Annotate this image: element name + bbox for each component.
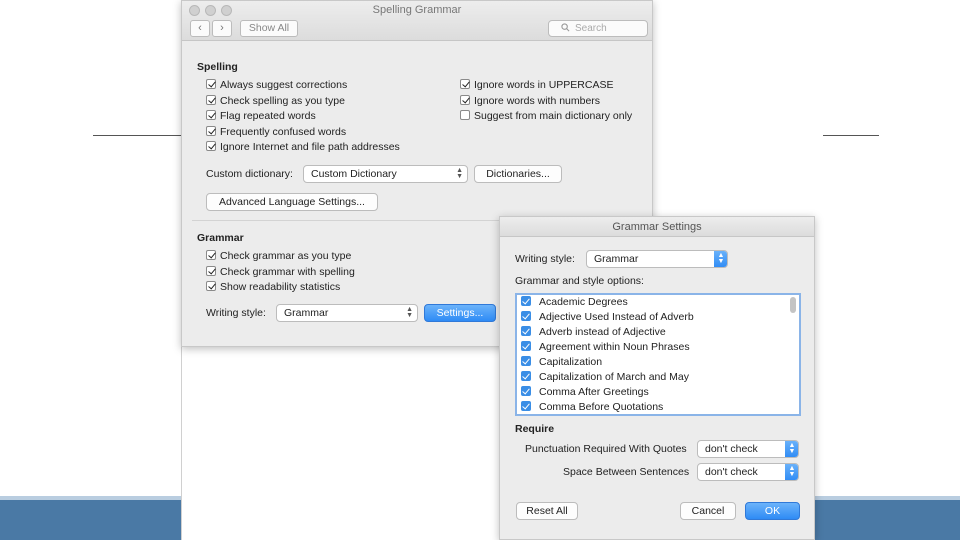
- option-check-spelling[interactable]: Check spelling as you type: [206, 94, 345, 108]
- option-readability-stats[interactable]: Show readability statistics: [206, 280, 340, 294]
- window-titlebar: Spelling Grammar ‹ › Show All Search: [182, 1, 652, 41]
- updown-icon: ▲ ▼: [785, 441, 798, 457]
- grammar-settings-button[interactable]: Settings...: [424, 304, 496, 322]
- checkbox[interactable]: [521, 386, 531, 396]
- list-item[interactable]: Academic Degrees: [521, 295, 628, 310]
- show-all-button[interactable]: Show All: [240, 20, 298, 37]
- list-item[interactable]: Capitalization: [521, 355, 602, 370]
- option-main-dictionary-only[interactable]: Suggest from main dictionary only: [460, 109, 632, 123]
- checkbox[interactable]: [460, 110, 470, 120]
- chevron-right-icon: ›: [220, 22, 224, 34]
- search-placeholder: Search: [575, 23, 607, 34]
- slide-rule-right: [823, 135, 879, 136]
- checkbox[interactable]: [521, 371, 531, 381]
- checkbox[interactable]: [206, 110, 216, 120]
- updown-icon: ▲ ▼: [714, 251, 727, 267]
- list-item[interactable]: Comma After Greetings: [521, 385, 649, 400]
- punctuation-quotes-label: Punctuation Required With Quotes: [525, 443, 687, 455]
- checkbox[interactable]: [521, 296, 531, 306]
- search-input[interactable]: Search: [548, 20, 648, 37]
- grammar-settings-window: Grammar Settings Writing style: Grammar …: [499, 216, 815, 540]
- chevron-left-icon: ‹: [198, 22, 202, 34]
- checkbox[interactable]: [206, 95, 216, 105]
- forward-button[interactable]: ›: [212, 20, 232, 37]
- space-between-sentences-select[interactable]: don't check ▲ ▼: [697, 463, 799, 481]
- grammar-settings-title: Grammar Settings: [500, 217, 814, 237]
- slide-panel: [181, 340, 501, 540]
- option-flag-repeated[interactable]: Flag repeated words: [206, 109, 316, 123]
- writing-style-label: Writing style:: [206, 307, 266, 319]
- spelling-heading: Spelling: [197, 61, 238, 73]
- list-item[interactable]: Capitalization of March and May: [521, 370, 689, 385]
- list-item[interactable]: Adverb instead of Adjective: [521, 325, 666, 340]
- gs-writing-style-label: Writing style:: [515, 253, 575, 265]
- updown-icon: ▲ ▼: [785, 464, 798, 480]
- checkbox[interactable]: [460, 79, 470, 89]
- grammar-options-list[interactable]: Academic Degrees Adjective Used Instead …: [515, 293, 801, 416]
- ok-button[interactable]: OK: [745, 502, 800, 520]
- list-item[interactable]: Comma Before Quotations: [521, 400, 663, 414]
- checkbox[interactable]: [521, 341, 531, 351]
- updown-icon: ▲ ▼: [406, 306, 413, 319]
- slide-rule-left: [93, 135, 181, 136]
- updown-icon: ▲ ▼: [456, 167, 463, 180]
- option-ignore-numbers[interactable]: Ignore words with numbers: [460, 94, 600, 108]
- advanced-language-settings-button[interactable]: Advanced Language Settings...: [206, 193, 378, 211]
- custom-dictionary-label: Custom dictionary:: [206, 168, 293, 180]
- reset-all-button[interactable]: Reset All: [516, 502, 578, 520]
- punctuation-quotes-select[interactable]: don't check ▲ ▼: [697, 440, 799, 458]
- checkbox[interactable]: [206, 79, 216, 89]
- checkbox[interactable]: [521, 311, 531, 321]
- dictionaries-button[interactable]: Dictionaries...: [474, 165, 562, 183]
- window-title: Spelling Grammar: [372, 4, 462, 16]
- require-heading: Require: [515, 423, 555, 435]
- back-button[interactable]: ‹: [190, 20, 210, 37]
- checkbox[interactable]: [206, 281, 216, 291]
- option-ignore-uppercase[interactable]: Ignore words in UPPERCASE: [460, 78, 613, 92]
- checkbox[interactable]: [521, 401, 531, 411]
- list-item[interactable]: Agreement within Noun Phrases: [521, 340, 690, 355]
- search-icon: [561, 23, 570, 32]
- option-ignore-internet[interactable]: Ignore Internet and file path addresses: [206, 140, 400, 154]
- checkbox[interactable]: [460, 95, 470, 105]
- checkbox[interactable]: [521, 356, 531, 366]
- custom-dictionary-select[interactable]: Custom Dictionary ▲ ▼: [303, 165, 468, 183]
- space-between-sentences-label: Space Between Sentences: [563, 466, 690, 478]
- grammar-heading: Grammar: [197, 232, 244, 244]
- list-scrollbar[interactable]: [790, 297, 796, 313]
- checkbox[interactable]: [206, 250, 216, 260]
- checkbox[interactable]: [206, 126, 216, 136]
- list-item[interactable]: Adjective Used Instead of Adverb: [521, 310, 694, 325]
- checkbox[interactable]: [521, 326, 531, 336]
- option-always-suggest[interactable]: Always suggest corrections: [206, 78, 347, 92]
- checkbox[interactable]: [206, 141, 216, 151]
- checkbox[interactable]: [206, 266, 216, 276]
- gs-writing-style-select[interactable]: Grammar ▲ ▼: [586, 250, 728, 268]
- option-check-grammar[interactable]: Check grammar as you type: [206, 249, 351, 263]
- cancel-button[interactable]: Cancel: [680, 502, 736, 520]
- option-grammar-with-spelling[interactable]: Check grammar with spelling: [206, 265, 355, 279]
- grammar-options-label: Grammar and style options:: [515, 275, 644, 287]
- writing-style-select[interactable]: Grammar ▲ ▼: [276, 304, 418, 322]
- option-frequently-confused[interactable]: Frequently confused words: [206, 125, 346, 139]
